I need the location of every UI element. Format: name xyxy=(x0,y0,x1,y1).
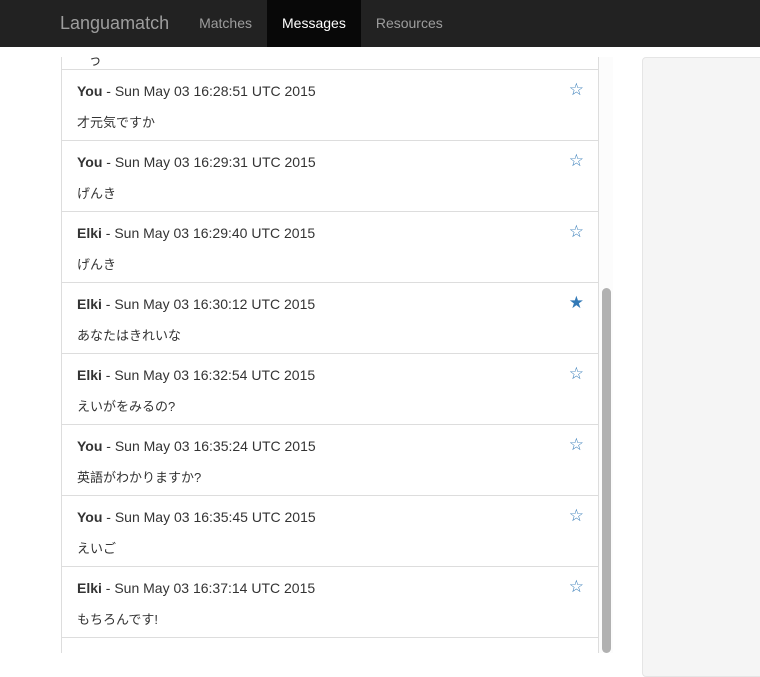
message-header: Elki - Sun May 03 16:29:40 UTC 2015 xyxy=(77,225,315,241)
message-sender: You xyxy=(77,154,103,170)
message-text: げんき xyxy=(77,186,117,201)
brand-link[interactable]: Languamatch xyxy=(45,0,184,47)
message-text: あなたはきれいな xyxy=(77,328,182,343)
message-header: You - Sun May 03 16:29:31 UTC 2015 xyxy=(77,154,316,170)
message-sender: You xyxy=(77,509,103,525)
scrollbar-thumb[interactable] xyxy=(602,288,611,653)
navbar: Languamatch Matches Messages Resources xyxy=(0,0,760,47)
nav-item-messages[interactable]: Messages xyxy=(267,0,361,47)
message-row: You - Sun May 03 16:35:24 UTC 2015 英語がわか… xyxy=(61,425,598,496)
message-row: You - Sun May 03 16:28:51 UTC 2015 才元気です… xyxy=(61,70,598,141)
message-timestamp: - Sun May 03 16:35:24 UTC 2015 xyxy=(102,438,316,454)
message-text: 才元気ですか xyxy=(77,115,156,130)
message-timestamp: - Sun May 03 16:35:45 UTC 2015 xyxy=(102,509,316,525)
message-header: You - Sun May 03 16:28:51 UTC 2015 xyxy=(77,83,316,99)
message-header: You - Sun May 03 16:35:24 UTC 2015 xyxy=(77,438,316,454)
partial-message-row: う xyxy=(61,57,598,70)
next-row-edge xyxy=(61,638,598,653)
message-sender: Elki xyxy=(77,580,102,596)
message-row: Elki - Sun May 03 16:30:12 UTC 2015 あなたは… xyxy=(61,283,598,354)
star-icon[interactable]: ☆ xyxy=(569,507,584,524)
message-text: げんき xyxy=(77,257,117,272)
star-icon[interactable]: ★ xyxy=(569,294,584,311)
message-header: Elki - Sun May 03 16:37:14 UTC 2015 xyxy=(77,580,315,596)
star-icon[interactable]: ☆ xyxy=(569,578,584,595)
star-icon[interactable]: ☆ xyxy=(569,152,584,169)
message-row: You - Sun May 03 16:35:45 UTC 2015 えいご ☆ xyxy=(61,496,598,567)
message-list: う You - Sun May 03 16:28:51 UTC 2015 才元気… xyxy=(61,57,613,653)
message-timestamp: - Sun May 03 16:28:51 UTC 2015 xyxy=(102,83,316,99)
scrollbar-track[interactable] xyxy=(598,57,613,653)
clipped-message-text: う xyxy=(89,57,103,68)
message-header: You - Sun May 03 16:35:45 UTC 2015 xyxy=(77,509,316,525)
message-header: Elki - Sun May 03 16:30:12 UTC 2015 xyxy=(77,296,315,312)
message-text: えいご xyxy=(77,541,117,556)
message-timestamp: - Sun May 03 16:29:40 UTC 2015 xyxy=(101,225,316,241)
nav-item-resources[interactable]: Resources xyxy=(361,0,458,47)
message-timestamp: - Sun May 03 16:29:31 UTC 2015 xyxy=(102,154,316,170)
star-icon[interactable]: ☆ xyxy=(569,81,584,98)
message-sender: Elki xyxy=(77,367,102,383)
message-text: えいがをみるの? xyxy=(77,399,176,414)
message-header: Elki - Sun May 03 16:32:54 UTC 2015 xyxy=(77,367,315,383)
message-sender: You xyxy=(77,83,103,99)
message-row: Elki - Sun May 03 16:37:14 UTC 2015 もちろん… xyxy=(61,567,598,638)
message-text: もちろんです! xyxy=(77,612,158,627)
star-icon[interactable]: ☆ xyxy=(569,436,584,453)
message-text: 英語がわかりますか? xyxy=(77,470,202,485)
message-sender: You xyxy=(77,438,103,454)
conversation-side-panel xyxy=(642,57,760,677)
star-icon[interactable]: ☆ xyxy=(569,365,584,382)
nav-item-matches[interactable]: Matches xyxy=(184,0,267,47)
message-timestamp: - Sun May 03 16:30:12 UTC 2015 xyxy=(101,296,316,312)
message-timestamp: - Sun May 03 16:37:14 UTC 2015 xyxy=(101,580,316,596)
message-sender: Elki xyxy=(77,296,102,312)
message-timestamp: - Sun May 03 16:32:54 UTC 2015 xyxy=(101,367,316,383)
message-row: You - Sun May 03 16:29:31 UTC 2015 げんき ☆ xyxy=(61,141,598,212)
message-row: Elki - Sun May 03 16:32:54 UTC 2015 えいがを… xyxy=(61,354,598,425)
message-sender: Elki xyxy=(77,225,102,241)
star-icon[interactable]: ☆ xyxy=(569,223,584,240)
message-row: Elki - Sun May 03 16:29:40 UTC 2015 げんき … xyxy=(61,212,598,283)
